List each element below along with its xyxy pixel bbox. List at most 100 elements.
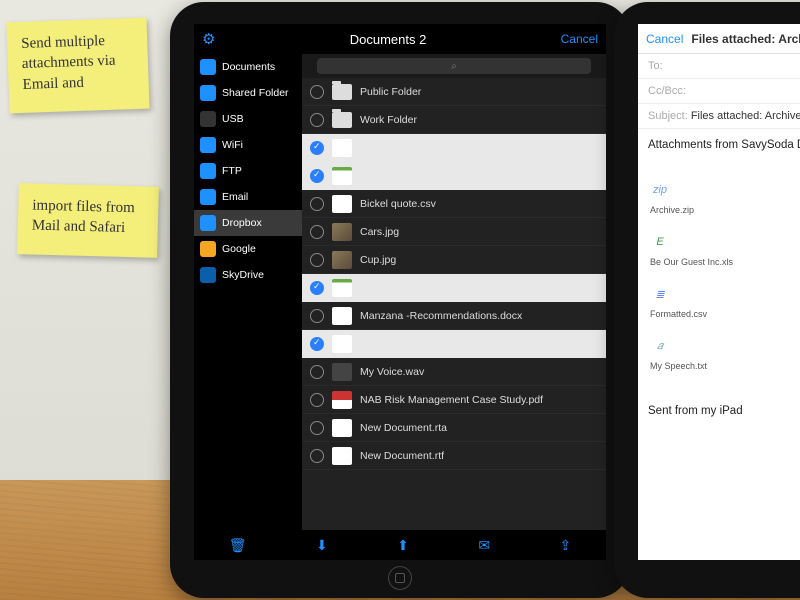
file-name: New Document.rta [360, 422, 447, 434]
file-row[interactable] [302, 134, 606, 162]
gear-icon[interactable]: ⚙ [202, 30, 215, 48]
ipad1-screen: ⚙ Documents 2 Cancel Documents Shared Fol… [194, 24, 606, 560]
attachment-item[interactable]: ≣Formatted.csv [650, 283, 800, 319]
mail-header: Cancel Files attached: Archive.zip Be Ou… [638, 24, 800, 54]
file-row[interactable]: Cup.jpg [302, 246, 606, 274]
file-row[interactable] [302, 274, 606, 302]
sidebar-item-email[interactable]: Email [194, 184, 302, 210]
attachment-name: Archive.zip [650, 205, 800, 215]
file-row[interactable]: Public Folder [302, 78, 606, 106]
file-row[interactable]: Cars.jpg [302, 218, 606, 246]
sidebar: Documents Shared Folder USB WiFi FTP Email Dro… [194, 54, 302, 530]
app-header: ⚙ Documents 2 Cancel [194, 24, 606, 54]
sidebar-label: FTP [222, 165, 242, 177]
file-thumb [332, 363, 352, 381]
sidebar-label: WiFi [222, 139, 243, 151]
sidebar-label: Documents [222, 61, 275, 73]
sidebar-item-ftp[interactable]: FTP [194, 158, 302, 184]
mail-icon[interactable]: ✉ [478, 537, 490, 554]
search-input[interactable]: ⌕ [317, 58, 591, 74]
file-row[interactable]: My Voice.wav [302, 358, 606, 386]
sidebar-icon [200, 189, 216, 205]
mail-cancel-button[interactable]: Cancel [646, 32, 683, 46]
import-icon[interactable]: ⬇ [316, 537, 328, 554]
sidebar-item-dropbox[interactable]: Dropbox [194, 210, 302, 236]
sidebar-label: USB [222, 113, 244, 125]
file-name: Cup.jpg [360, 254, 396, 266]
sidebar-item-usb[interactable]: USB [194, 106, 302, 132]
sidebar-icon [200, 59, 216, 75]
checkbox-icon[interactable] [310, 281, 324, 295]
ipad-device-2: Cancel Files attached: Archive.zip Be Ou… [614, 2, 800, 598]
sidebar-icon [200, 111, 216, 127]
share-icon[interactable]: ⇪ [560, 537, 572, 554]
folder-icon [332, 84, 352, 100]
bottom-toolbar: 🗑 ⬇ ⬆ ✉ ⇪ [194, 530, 606, 560]
attachment-icon: E [650, 231, 670, 253]
sidebar-icon [200, 215, 216, 231]
checkbox-icon[interactable] [310, 85, 324, 99]
file-row[interactable] [302, 162, 606, 190]
file-thumb [332, 419, 352, 437]
file-row[interactable]: New Document.rta [302, 414, 606, 442]
mail-body-text[interactable]: Attachments from SavySoda Documents for … [638, 129, 800, 161]
file-name: Public Folder [360, 86, 421, 98]
attachment-icon: 𝑎 [650, 335, 670, 357]
file-row[interactable] [302, 330, 606, 358]
sidebar-icon [200, 163, 216, 179]
file-row[interactable]: NAB Risk Management Case Study.pdf [302, 386, 606, 414]
file-thumb [332, 167, 352, 185]
checkbox-icon[interactable] [310, 141, 324, 155]
file-name: New Document.rtf [360, 450, 444, 462]
mail-to-field[interactable]: To: [638, 54, 800, 79]
attachment-item[interactable]: E Be Our Guest Inc.xls [650, 231, 800, 267]
sidebar-label: Email [222, 191, 248, 203]
file-name: Work Folder [360, 114, 417, 126]
sidebar-item-wifi[interactable]: WiFi [194, 132, 302, 158]
cancel-button[interactable]: Cancel [561, 32, 598, 46]
ipad2-screen: Cancel Files attached: Archive.zip Be Ou… [638, 24, 800, 560]
checkbox-icon[interactable] [310, 449, 324, 463]
file-row[interactable]: Work Folder [302, 106, 606, 134]
checkbox-icon[interactable] [310, 225, 324, 239]
sticky-note-1: Send multiple attachments via Email and [6, 18, 149, 114]
action-icon[interactable]: ⬆ [397, 537, 409, 554]
file-thumb [332, 447, 352, 465]
file-thumb [332, 391, 352, 409]
home-button[interactable] [388, 566, 412, 590]
trash-icon[interactable]: 🗑 [229, 537, 247, 554]
sidebar-item-skydrive[interactable]: SkyDrive [194, 262, 302, 288]
checkbox-icon[interactable] [310, 197, 324, 211]
attachment-name: Be Our Guest Inc.xls [650, 257, 800, 267]
file-name: My Voice.wav [360, 366, 424, 378]
checkbox-icon[interactable] [310, 253, 324, 267]
file-list: Public Folder Work Folder Bickel quote.csv… [302, 78, 606, 530]
mail-subject-field[interactable]: Subject: Files attached: Archive.zip Be … [638, 104, 800, 129]
checkbox-icon[interactable] [310, 365, 324, 379]
checkbox-icon[interactable] [310, 309, 324, 323]
attachment-item[interactable]: zipArchive.zip [650, 179, 800, 215]
checkbox-icon[interactable] [310, 169, 324, 183]
sidebar-item-documents[interactable]: Documents [194, 54, 302, 80]
subject-value: Files attached: Archive.zip Be Our Guest… [691, 110, 800, 122]
file-row[interactable]: Bickel quote.csv [302, 190, 606, 218]
file-thumb [332, 139, 352, 157]
file-row[interactable]: New Document.rtf [302, 442, 606, 470]
checkbox-icon[interactable] [310, 113, 324, 127]
attachment-icon: ≣ [650, 283, 670, 305]
search-bar: ⌕ [302, 54, 606, 78]
file-thumb [332, 307, 352, 325]
checkbox-icon[interactable] [310, 393, 324, 407]
file-name: Bickel quote.csv [360, 198, 436, 210]
sidebar-item-google[interactable]: Google [194, 236, 302, 262]
mail-title: Files attached: Archive.zip Be Our Gues [691, 32, 800, 46]
checkbox-icon[interactable] [310, 421, 324, 435]
main-panel: ⌕ Public Folder Work Folder Bickel quote.c… [302, 54, 606, 530]
sidebar-item-shared-folder[interactable]: Shared Folder [194, 80, 302, 106]
attachment-item[interactable]: 𝑎My Speech.txt [650, 335, 800, 371]
mail-attachments: zipArchive.zip E Be Our Guest Inc.xls ≣Form… [638, 161, 800, 395]
file-row[interactable]: Manzana -Recommendations.docx [302, 302, 606, 330]
sidebar-icon [200, 267, 216, 283]
checkbox-icon[interactable] [310, 337, 324, 351]
mail-cc-field[interactable]: Cc/Bcc: [638, 79, 800, 104]
